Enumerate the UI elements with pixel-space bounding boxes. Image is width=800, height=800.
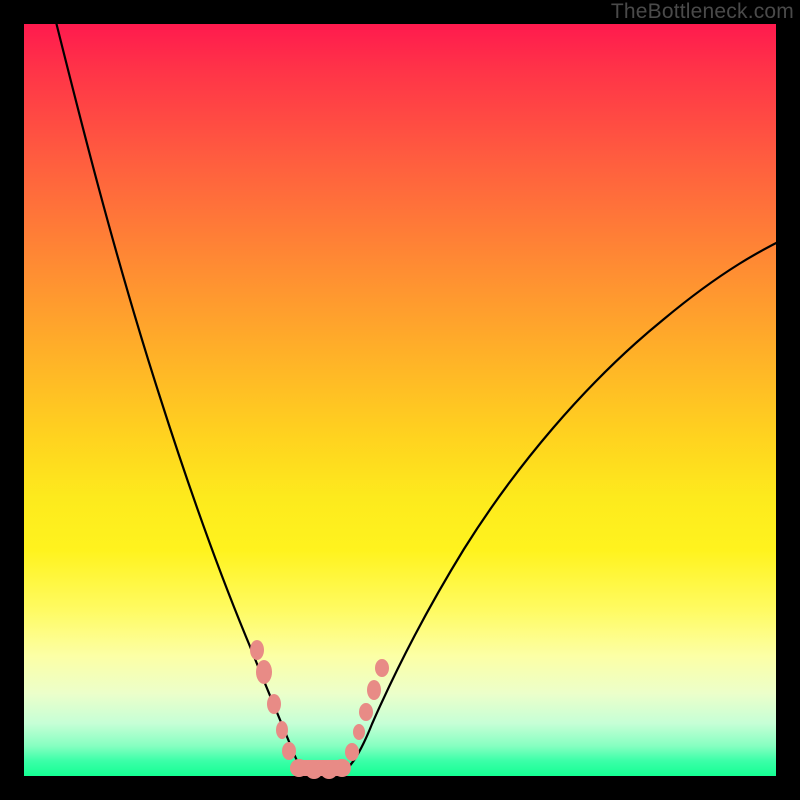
curve-layer [24, 24, 776, 776]
curve-left [54, 14, 308, 774]
curve-right [340, 239, 784, 774]
marker-cluster [250, 640, 389, 779]
watermark-text: TheBottleneck.com [611, 0, 794, 24]
plot-area [24, 24, 776, 776]
chart-frame: TheBottleneck.com [0, 0, 800, 800]
